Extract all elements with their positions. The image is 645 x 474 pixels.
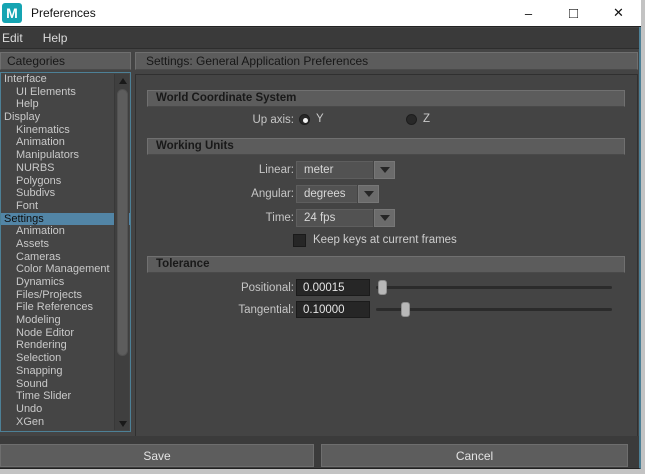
radio-icon[interactable] [299,113,310,125]
sidebar-item-settings[interactable]: Settings [1,212,130,226]
time-value: 24 fps [296,209,373,227]
menu-item-edit[interactable]: Edit [2,31,23,45]
scrollbar-thumb[interactable] [117,89,128,356]
preferences-window: M Preferences – □ ✕ Edit Help Categories… [0,0,641,469]
sidebar-item-help[interactable]: Help [1,98,130,111]
window-controls: – □ ✕ [506,0,641,26]
positional-slider-handle[interactable] [378,280,388,295]
sidebar-item-display[interactable]: Display [1,111,130,124]
categories-scrollbar[interactable] [114,74,129,430]
sidebar-item-xgen[interactable]: XGen [1,416,130,429]
radio-icon[interactable] [406,113,417,125]
section-header-world-coordinate-system: World Coordinate System [147,90,625,107]
sidebar-item-assets[interactable]: Assets [1,238,130,251]
sidebar-item-snapping[interactable]: Snapping [1,365,130,378]
sidebar-item-polygons[interactable]: Polygons [1,175,130,188]
angular-row: Angular: degrees [136,185,637,205]
keep-keys-row: Keep keys at current frames [136,233,637,253]
window-title: Preferences [31,6,96,20]
angular-dropdown[interactable]: degrees [296,185,379,203]
sidebar-item-kinematics[interactable]: Kinematics [1,124,130,137]
chevron-down-icon[interactable] [374,209,395,227]
sidebar-item-dynamics[interactable]: Dynamics [1,276,130,289]
sidebar-item-animation[interactable]: Animation [1,136,130,149]
categories-list: Interface UI Elements Help Display Kinematic… [0,72,131,432]
tangential-input[interactable] [296,301,370,318]
settings-panel-header: Settings: General Application Preference… [135,52,638,70]
sidebar-item-cameras[interactable]: Cameras [1,251,130,264]
radio-label: Z [423,113,431,125]
scroll-up-icon[interactable] [115,74,130,87]
close-button[interactable]: ✕ [596,0,641,26]
linear-value: meter [296,161,373,179]
sidebar-item-rendering[interactable]: Rendering [1,339,130,352]
footer: Save Cancel [0,436,639,468]
positional-input[interactable] [296,279,370,296]
linear-row: Linear: meter [136,161,637,181]
tangential-slider[interactable] [376,301,612,318]
save-button[interactable]: Save [0,444,314,467]
sidebar-item-color-management[interactable]: Color Management [1,263,130,276]
sidebar-item-manipulators[interactable]: Manipulators [1,149,130,162]
sidebar-item-sound[interactable]: Sound [1,378,130,391]
positional-row: Positional: [136,279,637,299]
menubar: Edit Help [0,28,639,49]
sidebar-item-time-slider[interactable]: Time Slider [1,390,130,403]
menu-item-help[interactable]: Help [43,31,68,45]
section-header-tolerance: Tolerance [147,256,625,273]
sidebar-item-undo[interactable]: Undo [1,403,130,416]
sidebar-item-nurbs[interactable]: NURBS [1,162,130,175]
keep-keys-label: Keep keys at current frames [313,234,457,246]
tangential-row: Tangential: [136,301,637,321]
slider-track [376,308,612,311]
chevron-down-icon[interactable] [374,161,395,179]
scroll-down-icon[interactable] [115,417,130,430]
up-axis-label: Up axis: [252,114,294,126]
time-label: Time: [265,212,294,224]
keep-keys-checkbox[interactable] [293,234,306,247]
section-header-working-units: Working Units [147,138,625,155]
sidebar-item-file-references[interactable]: File References [1,301,130,314]
sidebar-item-subdivs[interactable]: Subdivs [1,187,130,200]
cancel-button[interactable]: Cancel [321,444,628,467]
angular-label: Angular: [251,188,294,200]
chevron-down-icon[interactable] [358,185,379,203]
linear-dropdown[interactable]: meter [296,161,395,179]
linear-label: Linear: [258,164,294,176]
sidebar-item-files-projects[interactable]: Files/Projects [1,289,130,302]
up-axis-row: Up axis: Y Z [136,111,637,131]
positional-slider[interactable] [376,279,612,296]
tangential-label: Tangential: [238,304,294,316]
positional-label: Positional: [240,282,294,294]
sidebar-item-interface[interactable]: Interface [1,73,130,86]
categories-header: Categories [0,52,131,70]
sidebar-item-node-editor[interactable]: Node Editor [1,327,130,340]
tangential-slider-handle[interactable] [400,302,410,317]
sidebar-item-ui-elements[interactable]: UI Elements [1,86,130,99]
minimize-button[interactable]: – [506,0,551,26]
slider-track [376,286,612,289]
time-row: Time: 24 fps [136,209,637,229]
sidebar-item-font[interactable]: Font [1,200,130,213]
sidebar-item-animation[interactable]: Animation [1,225,130,238]
maximize-button[interactable]: □ [551,0,596,26]
angular-value: degrees [296,185,357,203]
radio-label: Y [316,113,324,125]
sidebar-item-modeling[interactable]: Modeling [1,314,130,327]
sidebar-item-selection[interactable]: Selection [1,352,130,365]
titlebar: M Preferences – □ ✕ [0,0,641,27]
time-dropdown[interactable]: 24 fps [296,209,395,227]
settings-content: World Coordinate System Up axis: Y Z Work… [135,74,638,437]
up-axis-z-radio[interactable]: Z [406,113,430,125]
up-axis-y-radio[interactable]: Y [299,113,324,125]
maya-app-icon: M [2,3,22,23]
